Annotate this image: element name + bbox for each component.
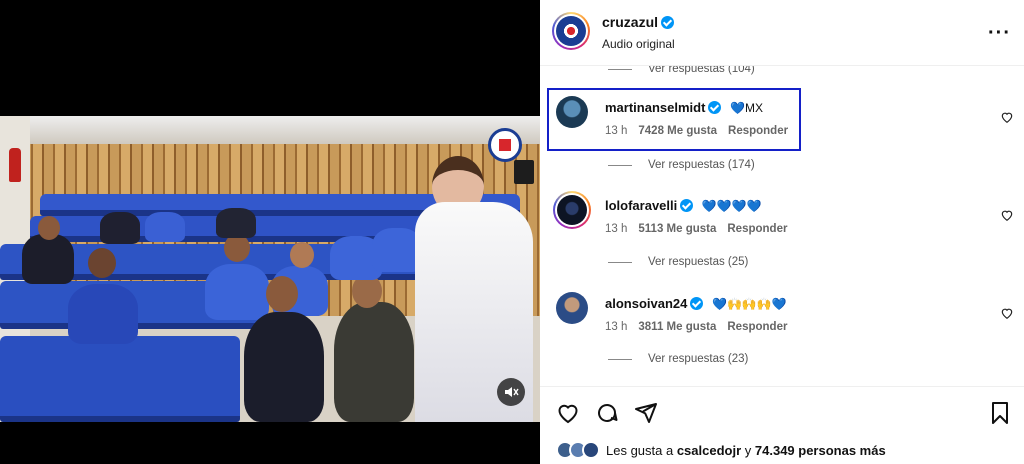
- divider-line: [608, 68, 632, 70]
- ceiling: [0, 116, 540, 144]
- comment-body: alonsoivan24 💙🙌🙌🙌💙: [605, 296, 787, 311]
- likes-mid: y: [741, 442, 755, 458]
- like-heart-icon[interactable]: [556, 401, 580, 425]
- person: [145, 212, 185, 242]
- likes-summary: Les gusta a csalcedojr y 74.349 personas…: [556, 441, 886, 459]
- likes-count[interactable]: 74.349 personas más: [755, 443, 886, 458]
- person-head: [266, 276, 298, 312]
- account-username[interactable]: cruzazul: [602, 14, 658, 30]
- divider-line: [608, 261, 632, 263]
- account-avatar[interactable]: [552, 12, 590, 50]
- verified-badge-icon: [708, 101, 722, 114]
- bookmark-icon[interactable]: [988, 401, 1012, 425]
- comment-meta: 13 h 5113 Me gusta Responder: [605, 223, 787, 235]
- commenter-avatar[interactable]: [553, 191, 591, 229]
- person: [100, 212, 140, 244]
- view-replies-label: Ver respuestas (174): [648, 159, 755, 171]
- commenter-username[interactable]: martinanselmidt: [605, 100, 705, 115]
- comments-list: Ver respuestas (104) martinanselmidt 💙MX…: [540, 66, 1024, 386]
- likes-prefix: Les gusta a: [606, 442, 677, 458]
- comment-text: 💙🙌🙌🙌💙: [712, 297, 787, 311]
- audio-label[interactable]: Audio original: [602, 37, 675, 51]
- person: [22, 234, 74, 284]
- commenter-avatar[interactable]: [556, 96, 588, 128]
- comment-likes[interactable]: 5113 Me gusta: [638, 223, 716, 235]
- person-head: [224, 234, 250, 262]
- video-player[interactable]: [0, 0, 540, 464]
- like-comment-heart-icon[interactable]: [1000, 110, 1014, 124]
- person-head: [38, 216, 60, 240]
- comment-item: alonsoivan24 💙🙌🙌🙌💙 13 h 3811 Me gusta Re…: [540, 286, 1024, 352]
- verified-badge-icon: [680, 199, 694, 212]
- fire-extinguisher: [9, 148, 21, 182]
- divider-line: [608, 358, 632, 360]
- comment-bubble-icon[interactable]: [595, 401, 619, 425]
- like-comment-heart-icon[interactable]: [1000, 306, 1014, 320]
- view-replies-link[interactable]: Ver respuestas (23): [608, 353, 748, 365]
- comment-text: 💙💙💙💙: [701, 199, 762, 213]
- view-replies-link[interactable]: Ver respuestas (25): [608, 256, 748, 268]
- comment-time: 13 h: [605, 125, 628, 137]
- club-logo-watermark: [488, 128, 522, 162]
- commenter-photo: [557, 195, 587, 225]
- comment-time: 13 h: [605, 321, 628, 333]
- view-replies-label: Ver respuestas (23): [648, 353, 749, 365]
- comment-text: 💙MX: [730, 101, 763, 115]
- wall-speaker: [514, 160, 534, 184]
- commenter-username[interactable]: alonsoivan24: [605, 296, 687, 311]
- more-options-button[interactable]: ···: [988, 22, 1011, 45]
- reply-button[interactable]: Responder: [728, 125, 788, 137]
- person: [68, 284, 138, 344]
- person: [334, 302, 414, 422]
- liker-avatars[interactable]: [556, 441, 600, 459]
- comment-time: 13 h: [605, 223, 628, 235]
- person: [216, 208, 256, 238]
- comment-meta: 13 h 7428 Me gusta Responder: [605, 125, 788, 137]
- person: [205, 264, 269, 320]
- person-head: [290, 242, 314, 268]
- reply-button[interactable]: Responder: [727, 321, 787, 333]
- view-replies-label: Ver respuestas (25): [648, 256, 749, 268]
- commenter-username[interactable]: lolofaravelli: [605, 198, 677, 213]
- speaker-muted-icon: [505, 387, 519, 397]
- commenter-avatar[interactable]: [556, 292, 588, 324]
- person-head: [88, 248, 116, 278]
- reply-button[interactable]: Responder: [727, 223, 787, 235]
- comment-item: lolofaravelli 💙💙💙💙 13 h 5113 Me gusta Re…: [540, 188, 1024, 254]
- view-replies-link[interactable]: Ver respuestas (174): [608, 159, 755, 171]
- cruz-azul-logo-icon: [556, 16, 586, 46]
- seat-row: [0, 336, 240, 422]
- post-actions: Les gusta a csalcedojr y 74.349 personas…: [540, 386, 1024, 464]
- comment-meta: 13 h 3811 Me gusta Responder: [605, 321, 787, 333]
- video-frame[interactable]: [0, 116, 540, 422]
- verified-badge-icon: [690, 297, 704, 310]
- person: [244, 312, 324, 422]
- liker-avatar: [582, 441, 600, 459]
- account-info: cruzazul Audio original: [602, 14, 675, 51]
- mute-button[interactable]: [497, 378, 525, 406]
- comment-body: martinanselmidt 💙MX: [605, 100, 763, 115]
- like-comment-heart-icon[interactable]: [1000, 208, 1014, 222]
- view-replies-label: Ver respuestas (104): [648, 66, 755, 75]
- verified-badge-icon: [661, 16, 675, 29]
- comment-likes[interactable]: 3811 Me gusta: [638, 321, 716, 333]
- comment-body: lolofaravelli 💙💙💙💙: [605, 198, 762, 213]
- view-replies-link[interactable]: Ver respuestas (104): [608, 66, 755, 75]
- divider-line: [608, 164, 632, 166]
- comment-item: martinanselmidt 💙MX 13 h 7428 Me gusta R…: [540, 90, 1024, 156]
- comment-likes[interactable]: 7428 Me gusta: [638, 125, 717, 137]
- post-header: cruzazul Audio original ···: [540, 0, 1024, 66]
- post-panel: cruzazul Audio original ··· Ver respuest…: [540, 0, 1024, 464]
- share-send-icon[interactable]: [634, 401, 658, 425]
- liker-username[interactable]: csalcedojr: [677, 443, 741, 458]
